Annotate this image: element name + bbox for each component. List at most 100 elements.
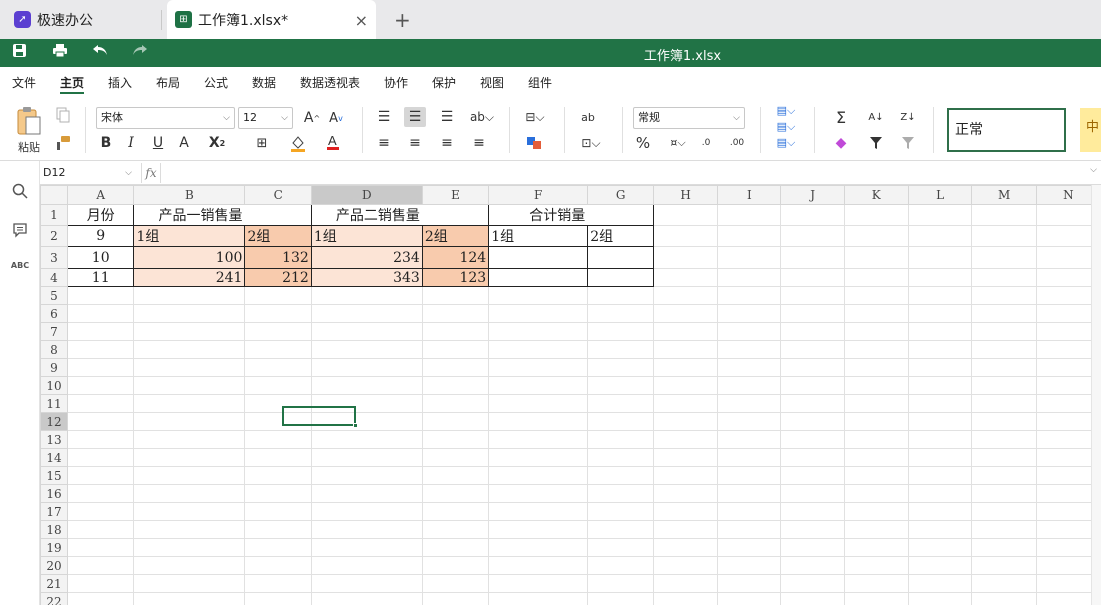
increase-font-icon[interactable]: A ^ (302, 107, 322, 129)
cell[interactable] (971, 340, 1037, 359)
row-header[interactable]: 9 (40, 358, 68, 377)
cell-D4[interactable]: 343 (310, 268, 423, 287)
number-format-select[interactable]: 常规 ⌵ (633, 107, 745, 129)
cell[interactable] (971, 448, 1037, 467)
cell-D3[interactable]: 234 (310, 246, 423, 269)
cell[interactable] (66, 394, 135, 413)
row-header[interactable]: 7 (40, 322, 68, 341)
cell[interactable] (244, 484, 312, 503)
cell[interactable] (310, 286, 423, 305)
cell[interactable] (244, 538, 312, 557)
justify-icon[interactable]: ≡ (469, 133, 489, 153)
cell[interactable] (907, 592, 973, 605)
column-header[interactable]: D (310, 185, 423, 205)
cell[interactable] (488, 520, 589, 539)
cell[interactable] (66, 592, 135, 605)
cell[interactable] (717, 322, 782, 341)
cell[interactable] (133, 358, 246, 377)
expand-formula-icon[interactable]: ⌵ (1090, 165, 1097, 175)
format-painter-icon[interactable] (52, 133, 74, 153)
cell[interactable] (587, 430, 655, 449)
cell[interactable] (488, 376, 589, 395)
cell[interactable] (488, 304, 589, 323)
cell[interactable] (421, 430, 490, 449)
row-header[interactable]: 16 (40, 484, 68, 503)
cell[interactable] (717, 466, 782, 485)
cell[interactable] (843, 246, 909, 269)
cell[interactable] (66, 376, 135, 395)
cell[interactable] (66, 322, 135, 341)
spellcheck-icon[interactable]: ab (576, 107, 600, 127)
cell[interactable] (717, 592, 782, 605)
format-cells-icon[interactable]: ▤⌵ (772, 135, 800, 151)
cell[interactable] (907, 502, 973, 521)
cell[interactable] (488, 430, 589, 449)
cell[interactable] (310, 394, 423, 413)
cell[interactable] (133, 466, 246, 485)
cell[interactable] (133, 502, 246, 521)
cell[interactable] (780, 225, 845, 247)
cell[interactable] (717, 448, 782, 467)
cell[interactable] (66, 574, 135, 593)
cell[interactable] (488, 322, 589, 341)
cell[interactable] (843, 340, 909, 359)
cell[interactable] (653, 574, 719, 593)
cell[interactable] (421, 394, 490, 413)
cell-A2[interactable]: 9 (66, 225, 135, 247)
cell[interactable] (133, 556, 246, 575)
cell[interactable] (66, 538, 135, 557)
cell[interactable] (843, 538, 909, 557)
cell[interactable] (488, 592, 589, 605)
strikethrough-icon[interactable]: A (175, 133, 193, 153)
column-header[interactable]: L (907, 185, 973, 205)
cell[interactable] (587, 394, 655, 413)
cell[interactable] (66, 556, 135, 575)
font-size-select[interactable]: 12 ⌵ (238, 107, 293, 129)
cell[interactable] (421, 484, 490, 503)
cell[interactable] (653, 394, 719, 413)
cell[interactable] (244, 394, 312, 413)
cell[interactable] (717, 502, 782, 521)
cell-F1[interactable]: 合计销量 (488, 204, 588, 226)
menu-layout[interactable]: 布局 (156, 74, 180, 91)
cell[interactable] (780, 466, 845, 485)
cell[interactable] (244, 340, 312, 359)
autosum-icon[interactable]: Σ (826, 107, 856, 127)
delete-cells-icon[interactable]: ▤⌵ (772, 119, 800, 135)
cell[interactable] (780, 556, 845, 575)
cell[interactable] (133, 376, 246, 395)
cell[interactable] (717, 304, 782, 323)
cell[interactable] (780, 412, 845, 431)
align-right-icon[interactable]: ≡ (437, 133, 457, 153)
cell[interactable] (780, 268, 845, 287)
cell[interactable] (717, 358, 782, 377)
menu-data[interactable]: 数据 (252, 74, 276, 91)
cell[interactable] (244, 376, 312, 395)
cell[interactable] (133, 448, 246, 467)
close-tab-icon[interactable]: × (355, 11, 368, 30)
cell[interactable] (421, 286, 490, 305)
cell[interactable] (421, 574, 490, 593)
cell[interactable] (780, 484, 845, 503)
decrease-font-icon[interactable]: Av (326, 107, 346, 129)
row-header[interactable]: 17 (40, 502, 68, 521)
column-header[interactable]: B (133, 185, 246, 205)
cell[interactable] (587, 484, 655, 503)
tab-home[interactable]: ➚ 极速办公 (0, 0, 160, 39)
cell[interactable] (971, 204, 1037, 226)
cell-B4[interactable]: 241 (133, 268, 246, 287)
function-icon[interactable]: fx (141, 163, 161, 183)
cell[interactable] (133, 520, 246, 539)
cell[interactable] (717, 225, 782, 247)
cell[interactable] (587, 340, 655, 359)
cell[interactable] (907, 466, 973, 485)
column-header[interactable]: E (421, 185, 490, 205)
vertical-scrollbar[interactable] (1091, 185, 1101, 605)
cell[interactable] (907, 412, 973, 431)
cell[interactable] (244, 556, 312, 575)
cell-C3[interactable]: 132 (244, 246, 312, 269)
cell[interactable] (907, 430, 973, 449)
cell[interactable] (310, 466, 423, 485)
cell[interactable] (310, 556, 423, 575)
italic-icon[interactable]: I (122, 133, 140, 153)
